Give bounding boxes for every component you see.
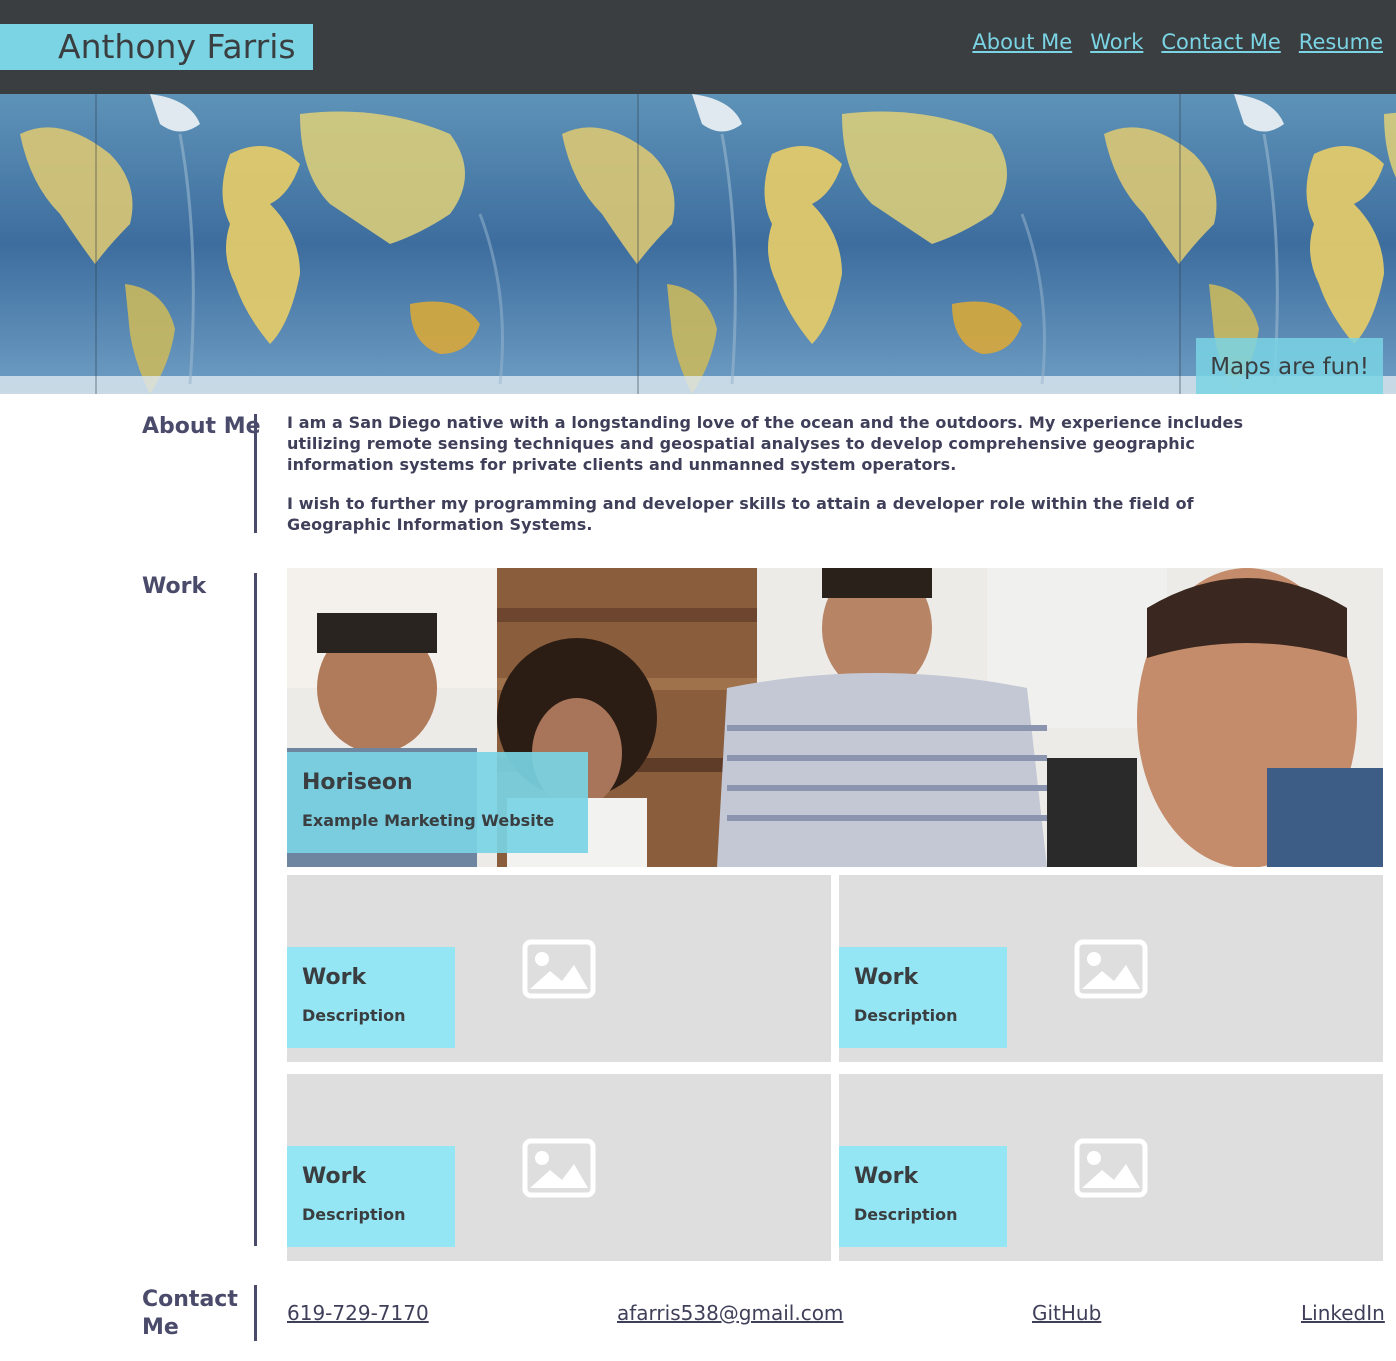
- about-heading: About Me: [142, 414, 261, 439]
- work-tile-description: Description: [854, 1205, 958, 1224]
- about-paragraph: I wish to further my programming and dev…: [287, 494, 1194, 534]
- work-tile-description: Description: [854, 1006, 958, 1025]
- work-tile[interactable]: Work Description: [287, 1074, 831, 1261]
- main-nav: About Me Work Contact Me Resume: [972, 30, 1383, 54]
- work-tile-description: Description: [302, 1006, 406, 1025]
- about-paragraph: I am a San Diego native with a longstand…: [287, 413, 1244, 474]
- featured-project-card[interactable]: Horiseon Example Marketing Website: [287, 568, 1383, 867]
- about-divider: [254, 414, 257, 533]
- email-link[interactable]: afarris538@gmail.com: [617, 1301, 843, 1325]
- hero-map-banner: Maps are fun!: [0, 94, 1396, 394]
- world-map-image: [0, 94, 1396, 394]
- image-placeholder-icon: [522, 939, 596, 999]
- site-title: Anthony Farris: [0, 24, 313, 70]
- work-heading: Work: [142, 574, 207, 599]
- work-tile-label: Work Description: [839, 947, 1007, 1048]
- work-tile-title: Work: [854, 1164, 919, 1189]
- work-tile-description: Description: [302, 1205, 406, 1224]
- work-tile-label: Work Description: [287, 947, 455, 1048]
- work-tile-title: Work: [302, 965, 367, 990]
- contact-divider: [254, 1285, 257, 1341]
- work-tile-title: Work: [302, 1164, 367, 1189]
- work-tile[interactable]: Work Description: [287, 875, 831, 1062]
- featured-project-description: Example Marketing Website: [302, 811, 555, 830]
- work-divider: [254, 573, 257, 1246]
- image-placeholder-icon: [1074, 939, 1148, 999]
- work-tile-label: Work Description: [839, 1146, 1007, 1247]
- image-placeholder-icon: [522, 1138, 596, 1198]
- nav-link-resume[interactable]: Resume: [1299, 30, 1383, 54]
- contact-heading-line: Contact: [142, 1287, 238, 1312]
- nav-link-work[interactable]: Work: [1090, 30, 1143, 54]
- work-tile[interactable]: Work Description: [839, 1074, 1383, 1261]
- contact-heading: Contact Me: [142, 1286, 238, 1342]
- work-tile[interactable]: Work Description: [839, 875, 1383, 1062]
- about-text: I am a San Diego native with a longstand…: [287, 412, 1267, 553]
- work-tile-label: Work Description: [287, 1146, 455, 1247]
- github-link[interactable]: GitHub: [1032, 1301, 1101, 1325]
- linkedin-link[interactable]: LinkedIn: [1301, 1301, 1385, 1325]
- featured-project-title: Horiseon: [302, 770, 413, 795]
- work-tile-title: Work: [854, 965, 919, 990]
- nav-link-contact-me[interactable]: Contact Me: [1161, 30, 1280, 54]
- nav-link-about-me[interactable]: About Me: [972, 30, 1072, 54]
- contact-heading-line: Me: [142, 1315, 179, 1340]
- site-header: Anthony Farris About Me Work Contact Me …: [0, 0, 1396, 94]
- hero-caption: Maps are fun!: [1196, 338, 1383, 394]
- image-placeholder-icon: [1074, 1138, 1148, 1198]
- featured-project-label: Horiseon Example Marketing Website: [287, 752, 588, 853]
- phone-link[interactable]: 619-729-7170: [287, 1301, 429, 1325]
